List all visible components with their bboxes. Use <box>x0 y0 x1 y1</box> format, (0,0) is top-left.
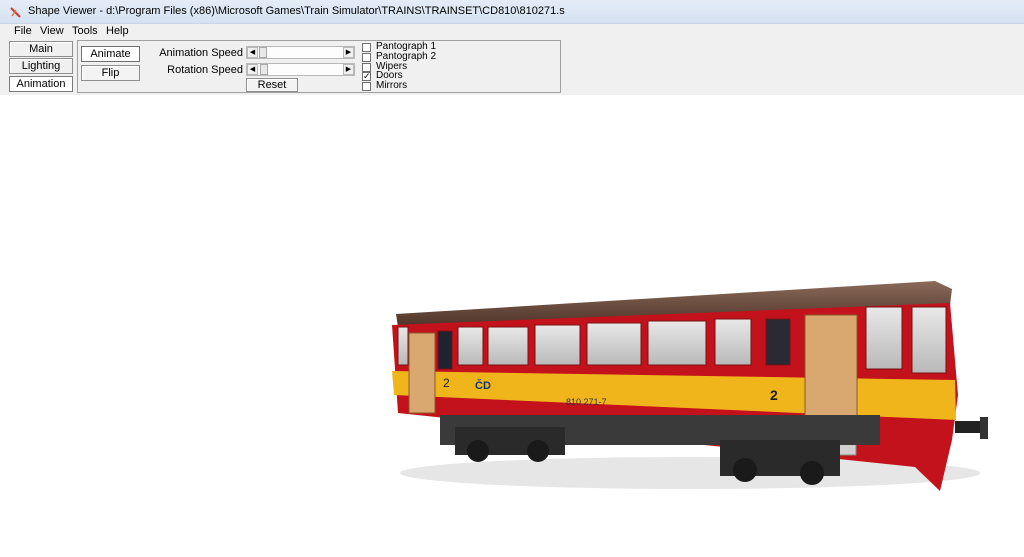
animation-panel: Animate Flip Animation Speed ◀ ▶ Rotatio… <box>77 40 561 93</box>
rotation-speed-slider[interactable]: ◀ ▶ <box>246 63 355 76</box>
class-mark-front: 2 <box>443 376 450 390</box>
checkbox-box[interactable] <box>362 53 371 62</box>
class-mark-rear: 2 <box>770 387 778 403</box>
menu-bar: File View Tools Help <box>0 24 1024 39</box>
3d-viewport[interactable]: 2 2 ČD 810 271-7 <box>0 95 1024 554</box>
control-area: Main Lighting Animation Animate Flip Ani… <box>0 39 1024 95</box>
rear-buffer <box>955 417 988 439</box>
scroll-left-icon[interactable]: ◀ <box>247 64 258 75</box>
door-left <box>408 332 436 414</box>
checkbox-box[interactable] <box>362 82 371 91</box>
unit-number: 810 271-7 <box>566 397 607 407</box>
menu-file[interactable]: File <box>14 25 32 37</box>
railcar-model: 2 2 ČD 810 271-7 <box>392 281 988 491</box>
tab-main[interactable]: Main <box>9 41 73 57</box>
tab-animation[interactable]: Animation <box>9 76 73 92</box>
menu-help[interactable]: Help <box>106 25 129 37</box>
rotation-speed-label: Rotation Speed <box>167 64 243 76</box>
cd-logo: ČD <box>475 379 491 392</box>
reset-button[interactable]: Reset <box>246 78 298 92</box>
title-bar: Shape Viewer - d:\Program Files (x86)\Mi… <box>0 0 1024 24</box>
shape-viewer-app-icon <box>10 7 21 18</box>
scroll-right-icon[interactable]: ▶ <box>343 47 354 58</box>
tab-lighting[interactable]: Lighting <box>9 58 73 74</box>
scroll-left-icon[interactable]: ◀ <box>247 47 258 58</box>
menu-view[interactable]: View <box>40 25 64 37</box>
scroll-right-icon[interactable]: ▶ <box>343 64 354 75</box>
animation-speed-slider[interactable]: ◀ ▶ <box>246 46 355 59</box>
checkmark-icon: ✓ <box>363 71 371 81</box>
slider-thumb[interactable] <box>260 64 268 75</box>
animate-button[interactable]: Animate <box>81 46 140 62</box>
window-title: Shape Viewer - d:\Program Files (x86)\Mi… <box>28 5 565 17</box>
menu-tools[interactable]: Tools <box>72 25 98 37</box>
checkbox-label: Mirrors <box>376 80 408 91</box>
front-bogie <box>455 427 565 462</box>
slider-thumb[interactable] <box>259 47 267 58</box>
flip-button[interactable]: Flip <box>81 65 140 81</box>
animation-speed-label: Animation Speed <box>159 47 243 59</box>
checkbox-box[interactable]: ✓ <box>362 72 371 81</box>
checkbox-box[interactable] <box>362 43 371 52</box>
